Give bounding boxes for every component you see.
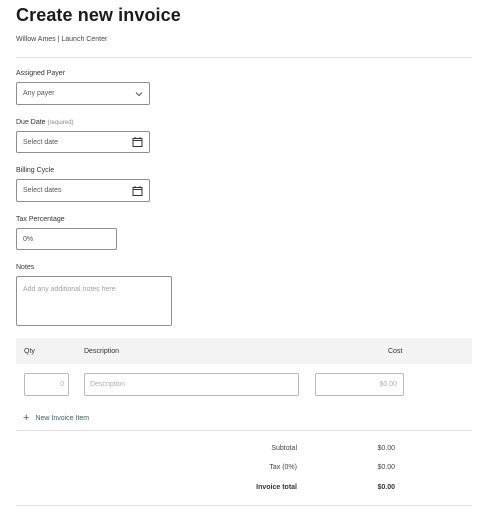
- header-divider: [16, 57, 472, 58]
- billing-cycle-input[interactable]: Select dates: [16, 179, 150, 202]
- due-date-label-text: Due Date: [16, 119, 46, 126]
- chevron-down-icon: [135, 91, 143, 97]
- due-date-input[interactable]: Select date: [16, 131, 150, 153]
- description-placeholder: Description: [90, 381, 126, 388]
- column-description: Description: [84, 348, 120, 355]
- notes-textarea[interactable]: Add any additional notes here: [16, 276, 172, 326]
- new-invoice-item-button[interactable]: + New Invoice Item: [23, 413, 89, 424]
- column-cost: Cost: [388, 348, 403, 355]
- notes-placeholder: Add any additional notes here: [23, 286, 116, 293]
- required-note: (required): [47, 120, 74, 126]
- calendar-icon[interactable]: [132, 137, 143, 148]
- tax-label: Tax (0%): [269, 464, 297, 471]
- due-date-label: Due Date (required): [16, 119, 74, 126]
- description-input[interactable]: Description: [84, 373, 299, 396]
- tax-value: $0.00: [377, 464, 395, 471]
- page-subtitle: Willow Ames | Launch Center: [16, 36, 108, 43]
- items-table-header: Qty Description Cost: [16, 338, 472, 364]
- assigned-payer-select[interactable]: Any payer: [16, 82, 150, 105]
- calendar-icon[interactable]: [132, 185, 143, 196]
- subtotal-value: $0.00: [377, 445, 395, 452]
- cost-input[interactable]: $0.00: [315, 373, 404, 396]
- assigned-payer-value: Any payer: [23, 90, 55, 97]
- invoice-total-value: $0.00: [377, 484, 395, 491]
- tax-percentage-input[interactable]: 0%: [16, 228, 117, 250]
- cost-placeholder: $0.00: [379, 381, 397, 388]
- plus-icon: +: [23, 412, 30, 424]
- billing-cycle-label: Billing Cycle: [16, 167, 55, 174]
- assigned-payer-label: Assigned Payer: [16, 70, 66, 77]
- qty-value: 0: [60, 381, 64, 388]
- tax-percentage-label: Tax Percentage: [16, 216, 65, 223]
- items-divider: [16, 430, 472, 431]
- new-invoice-item-label: New Invoice Item: [35, 415, 90, 422]
- billing-cycle-placeholder: Select dates: [23, 187, 62, 194]
- tax-percentage-value: 0%: [23, 235, 34, 243]
- totals-divider: [16, 505, 472, 506]
- invoice-total-label: Invoice total: [256, 484, 297, 491]
- page-title: Create new invoice: [16, 5, 181, 25]
- subtotal-label: Subtotal: [271, 445, 297, 452]
- column-qty: Qty: [24, 348, 35, 355]
- qty-input[interactable]: 0: [24, 373, 69, 396]
- notes-label: Notes: [16, 264, 35, 271]
- due-date-placeholder: Select date: [23, 138, 59, 146]
